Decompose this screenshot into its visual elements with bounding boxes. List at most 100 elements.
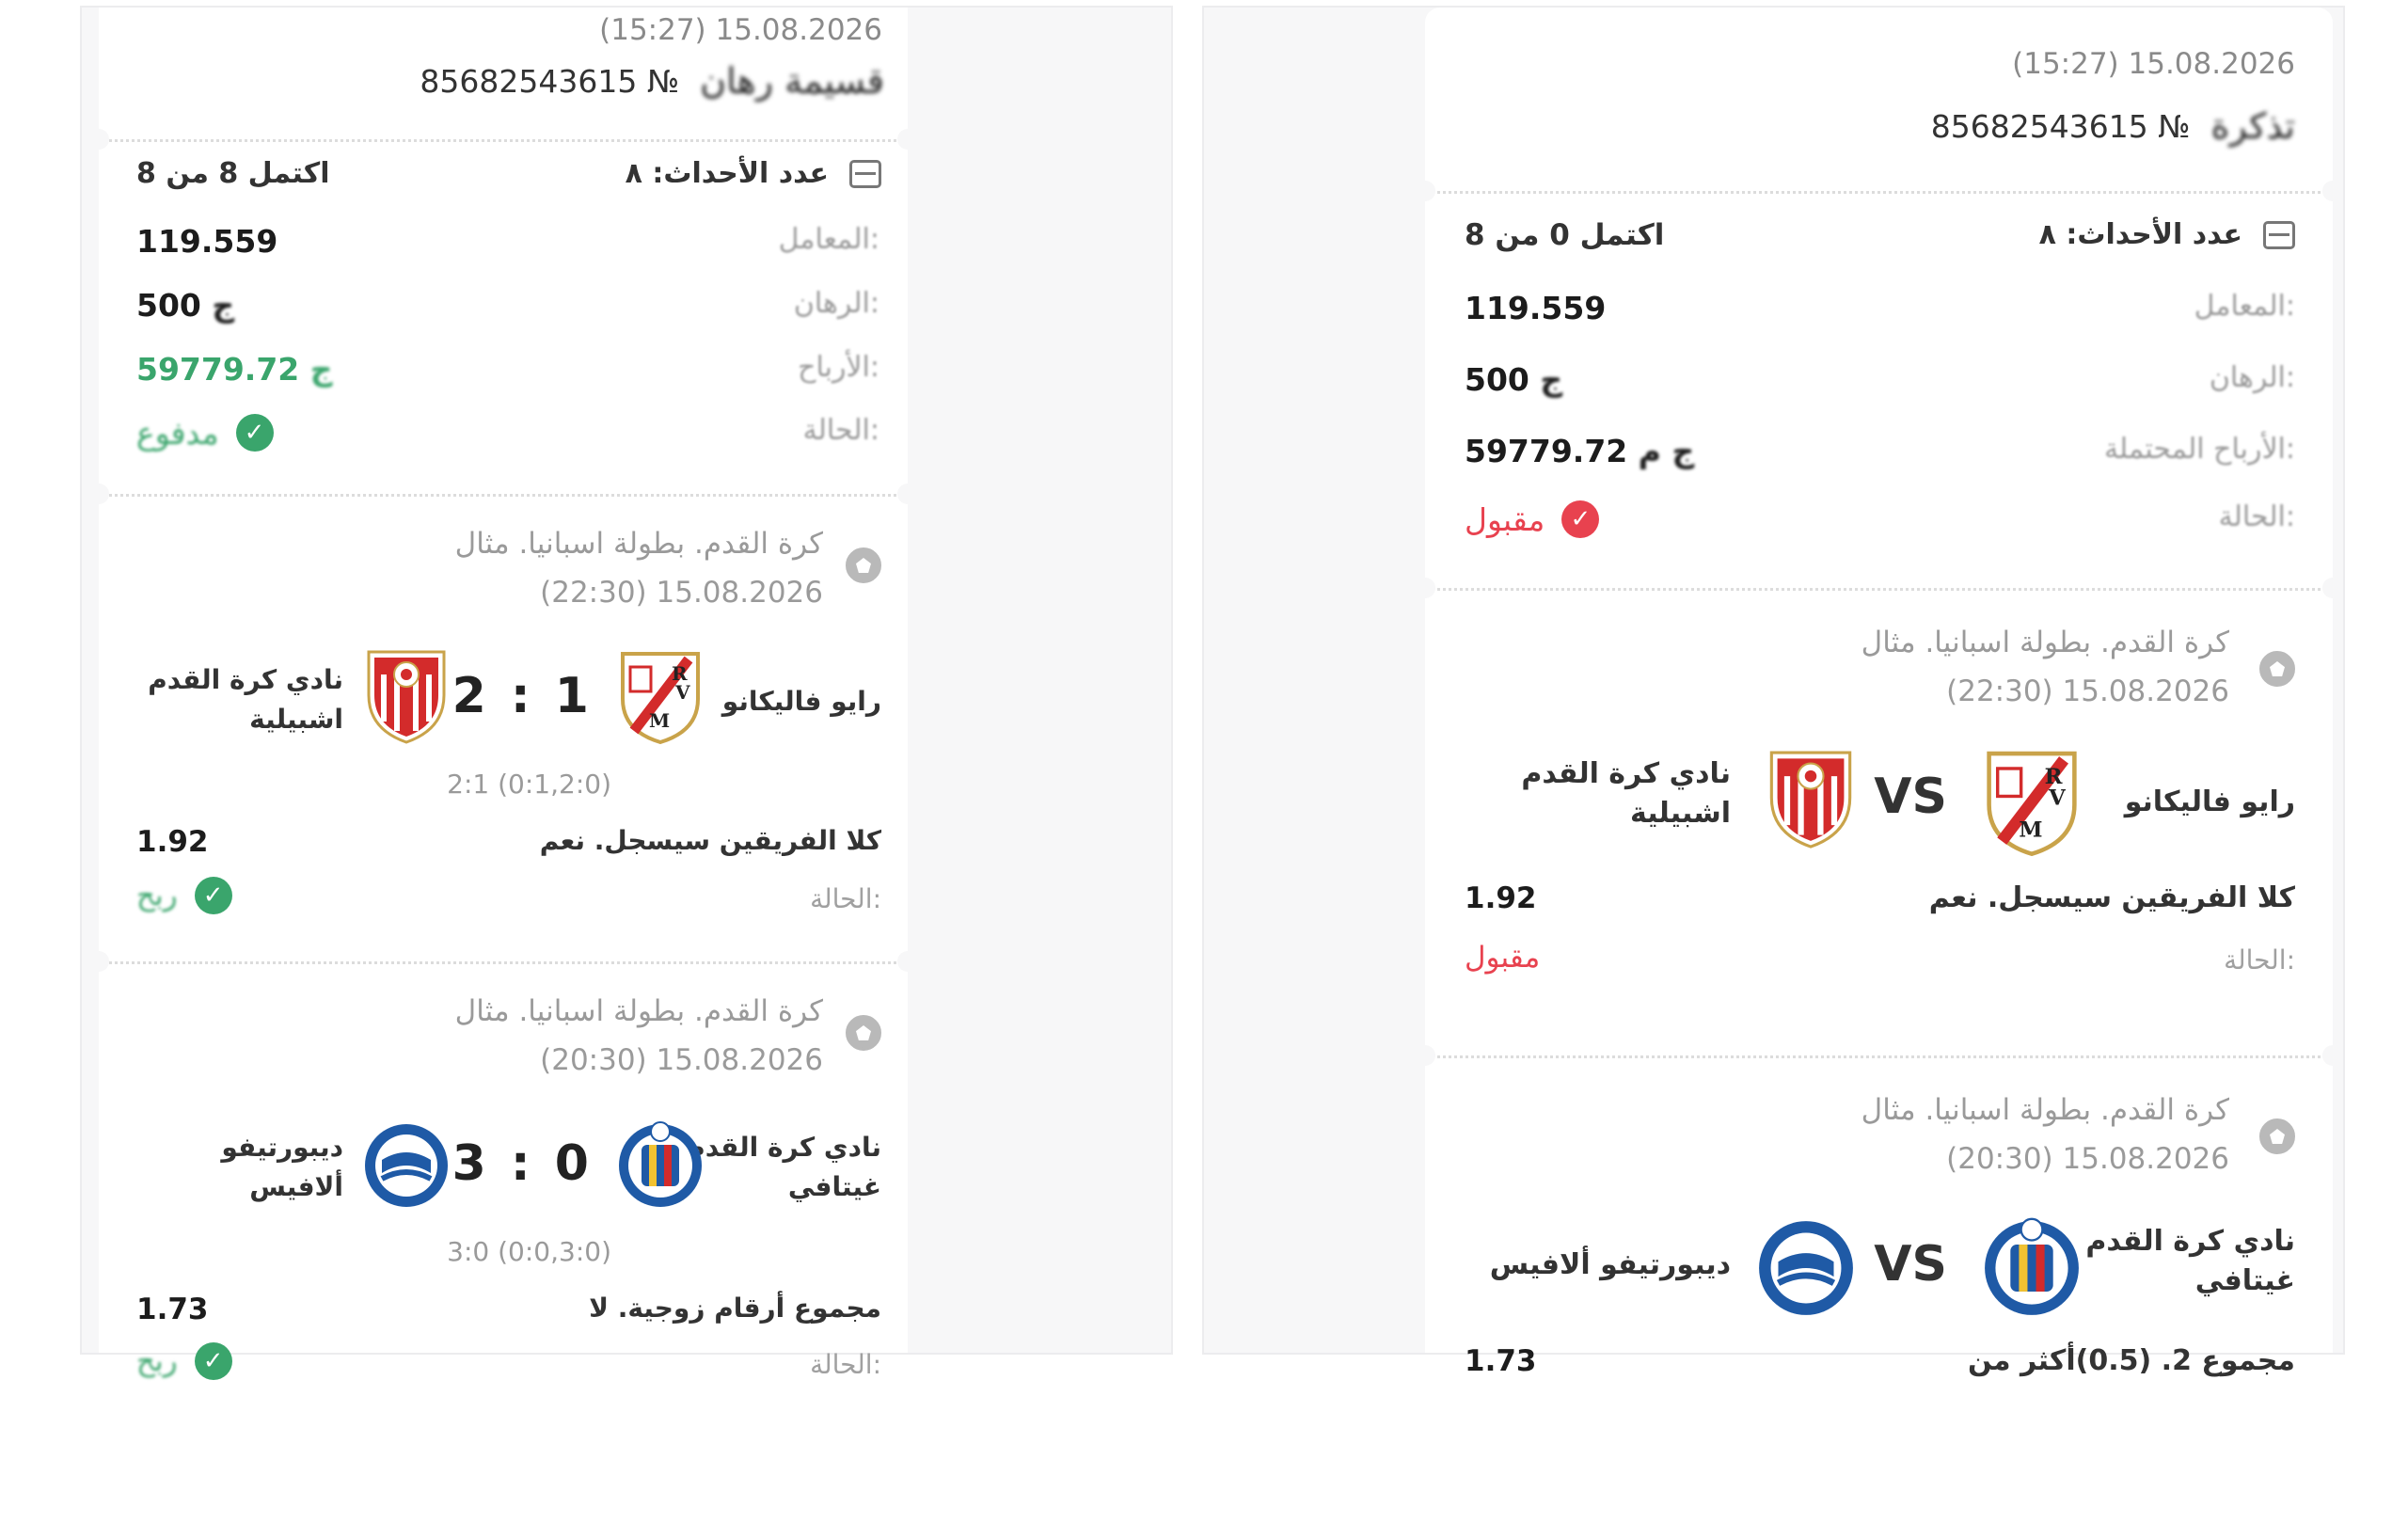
- events-list-icon: [2263, 220, 2295, 249]
- soccer-ball-icon: [846, 547, 881, 583]
- home-team-name: رايو فاليكانو: [2124, 785, 2295, 818]
- event-odds: 1.92: [136, 825, 209, 859]
- divider: [88, 129, 918, 150]
- event-league-name: كرة القدم. بطولة اسبانيا. مثال: [454, 994, 823, 1028]
- events-completed: اكتمل 8 من 8: [136, 157, 330, 190]
- away-team-line2: اشبيلية: [1630, 797, 1731, 830]
- winnings-value: 59779.72 ج: [136, 351, 333, 388]
- home-team-line2: غيتافي: [787, 1171, 881, 1202]
- winnings-amount: 59779.72: [1465, 433, 1628, 469]
- match-score: 2 : 1: [452, 668, 593, 724]
- stake-value: 500 ج: [1465, 361, 1562, 398]
- coefficient-value: 119.559: [1465, 290, 1607, 326]
- match-score: 3 : 0: [452, 1135, 593, 1192]
- event-state-label: الحالة:: [810, 1349, 881, 1380]
- home-team-name: رايو فاليكانو: [721, 686, 881, 717]
- stake-amount: 500: [1465, 361, 1529, 398]
- events-count: عدد الأحداث: ٨: [626, 157, 881, 190]
- event-datetime: (20:30) 15.08.2026: [540, 1043, 823, 1077]
- bet-market: كلا الفريقين سيسجل. نعم: [539, 825, 881, 856]
- events-count: عدد الأحداث: ٨: [2039, 218, 2295, 251]
- soccer-ball-icon: [846, 1015, 881, 1051]
- stake-currency: ج: [1540, 361, 1563, 398]
- away-team-line1: نادي كرة القدم: [1521, 757, 1731, 790]
- ticket-datetime: (15:27) 15.08.2026: [599, 13, 882, 47]
- event-odds: 1.73: [1465, 1344, 1537, 1378]
- home-team-line2: غيتافي: [2194, 1264, 2295, 1297]
- away-team-line1: نادي كرة القدم: [148, 664, 343, 695]
- home-team-line1: نادي كرة القدم: [686, 1132, 881, 1163]
- ticket-number-row: 85682543615 № تذكرة: [1931, 105, 2295, 147]
- home-team-name: نادي كرة القدم غيتافي: [686, 1128, 881, 1207]
- stake-value: 500 ج: [136, 287, 234, 324]
- event-card[interactable]: كرة القدم. بطولة اسبانيا. مثال (20:30) 1…: [99, 968, 908, 1429]
- ticket-status: مقبول ✓: [1465, 500, 1600, 538]
- event-datetime: (22:30) 15.08.2026: [1946, 674, 2229, 708]
- winnings-label: الأرباح المحتملة:: [2103, 433, 2295, 466]
- bet-ticket-card-accepted: (15:27) 15.08.2026 85682543615 № تذكرة ا…: [1415, 8, 2343, 1378]
- event-league-name: كرة القدم. بطولة اسبانيا. مثال: [1861, 1093, 2229, 1127]
- coefficient-value: 119.559: [136, 223, 278, 260]
- away-team-name: ديبورتيفو ألافيس: [221, 1128, 343, 1207]
- away-team-line2: اشبيلية: [249, 704, 343, 735]
- event-league: كرة القدم. بطولة اسبانيا. مثال (20:30) 1…: [1861, 1086, 2229, 1183]
- event-status: ربح ✓: [136, 1342, 232, 1380]
- alaves-crest-icon: [1754, 1213, 1858, 1324]
- versus-label: VS: [1874, 1236, 1947, 1293]
- winnings-value: 59779.72 ج م: [1465, 433, 1694, 469]
- home-team-name: نادي كرة القدم غيتافي: [2085, 1222, 2295, 1301]
- soccer-ball-icon: [2259, 651, 2295, 687]
- stake-amount: 500: [136, 287, 201, 324]
- away-team-name: نادي كرة القدم اشبيلية: [148, 660, 343, 739]
- event-datetime: (20:30) 15.08.2026: [1946, 1142, 2229, 1176]
- event-status-text: ربح: [136, 1344, 178, 1378]
- away-team-name: نادي كرة القدم اشبيلية: [1521, 754, 1731, 833]
- ticket-number-row: 85682543615 № قسيمة رهان: [420, 60, 884, 102]
- event-card[interactable]: كرة القدم. بطولة اسبانيا. مثال (22:30) 1…: [99, 500, 908, 961]
- score-breakdown: 2:1 (0:1,2:0): [447, 769, 611, 800]
- ticket-label-redacted: تذكرة: [2210, 105, 2296, 147]
- event-datetime: (22:30) 15.08.2026: [540, 576, 823, 610]
- ticket-status-text: مقبول: [1465, 500, 1545, 538]
- ticket-header: (15:27) 15.08.2026 85682543615 № تذكرة: [1425, 8, 2333, 191]
- event-state-label: الحالة:: [810, 883, 881, 914]
- getafe-crest-icon: [618, 1121, 703, 1208]
- bet-market: مجموع أرقام زوجية. لا: [589, 1293, 881, 1324]
- bet-market: مجموع 2. (0.5)أكثر من: [1967, 1344, 2295, 1377]
- event-status-text: مقبول: [1465, 941, 1541, 975]
- rayo-vallecano-crest-icon: [615, 646, 705, 744]
- event-odds: 1.92: [1465, 881, 1537, 915]
- winnings-amount: 59779.72: [136, 351, 300, 388]
- events-count-label: عدد الأحداث: ٨: [625, 157, 829, 190]
- check-circle-icon: ✓: [194, 1342, 232, 1380]
- ticket-label-redacted: قسيمة رهان: [700, 60, 884, 102]
- event-status: ربح ✓: [136, 877, 232, 914]
- ticket-summary: اكتمل 8 من 8 عدد الأحداث: ٨ 119.559 المع…: [99, 146, 908, 494]
- stake-label: الرهان:: [793, 287, 879, 320]
- ticket-status-label: الحالة:: [802, 414, 879, 447]
- ticket-datetime: (15:27) 15.08.2026: [2012, 47, 2295, 81]
- away-team-line2: ألافيس: [249, 1171, 343, 1202]
- event-card[interactable]: كرة القدم. بطولة اسبانيا. مثال (20:30) 1…: [1425, 1062, 2333, 1523]
- away-team-line1: ديبورتيفو: [221, 1132, 343, 1163]
- event-status: مقبول: [1465, 941, 1540, 975]
- event-league: كرة القدم. بطولة اسبانيا. مثال (20:30) 1…: [455, 987, 823, 1085]
- event-card[interactable]: كرة القدم. بطولة اسبانيا. مثال (22:30) 1…: [1425, 595, 2333, 1055]
- stake-label: الرهان:: [2209, 361, 2295, 394]
- bet-ticket-card-settled: (15:27) 15.08.2026 85682543615 № قسيمة ر…: [88, 8, 918, 1380]
- left-screenshot-panel: (15:27) 15.08.2026 85682543615 № قسيمة ر…: [80, 6, 1173, 1380]
- ticket-summary: اكتمل 0 من 8 عدد الأحداث: ٨ 119.559 المع…: [1425, 198, 2333, 588]
- divider: [1415, 1045, 2343, 1066]
- divider: [1415, 578, 2343, 598]
- check-circle-icon: ✓: [1561, 500, 1600, 538]
- ticket-header: (15:27) 15.08.2026 85682543615 № قسيمة ر…: [99, 8, 908, 139]
- event-odds: 1.73: [136, 1293, 209, 1326]
- winnings-currency: ج: [309, 351, 333, 388]
- divider: [88, 484, 918, 504]
- events-count-label: عدد الأحداث: ٨: [2038, 218, 2242, 251]
- stake-currency: ج: [212, 287, 235, 324]
- sevilla-crest-icon: [1764, 745, 1858, 850]
- check-circle-icon: ✓: [235, 414, 274, 452]
- winnings-currency: ج م: [1638, 433, 1695, 469]
- ticket-number: 85682543615 №: [1930, 107, 2191, 145]
